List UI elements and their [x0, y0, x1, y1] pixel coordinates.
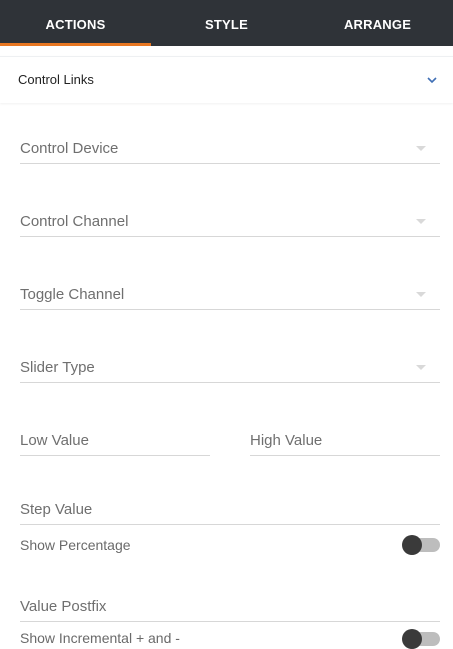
low-value-label: Low Value	[20, 432, 89, 449]
tab-actions-label: ACTIONS	[45, 16, 106, 32]
high-value-label: High Value	[250, 432, 323, 449]
tab-style[interactable]: STYLE	[151, 0, 302, 46]
tab-actions[interactable]: ACTIONS	[0, 0, 151, 46]
dropdown-arrow-icon	[416, 292, 426, 297]
tab-arrange[interactable]: ARRANGE	[302, 0, 453, 46]
chevron-down-icon[interactable]	[425, 73, 439, 87]
control-channel-select[interactable]: Control Channel	[20, 201, 440, 237]
show-incremental-toggle[interactable]	[402, 629, 440, 649]
control-links-section-header[interactable]: Control Links	[0, 56, 453, 103]
slider-type-label: Slider Type	[20, 359, 95, 376]
toggle-channel-select[interactable]: Toggle Channel	[20, 274, 440, 310]
tab-arrange-label: ARRANGE	[343, 16, 412, 32]
step-value-label: Step Value	[20, 501, 93, 518]
section-title: Control Links	[18, 72, 94, 87]
dropdown-arrow-icon	[416, 146, 426, 151]
value-postfix-label: Value Postfix	[20, 598, 107, 615]
toggle-knob	[402, 535, 422, 555]
show-percentage-toggle[interactable]	[402, 535, 440, 555]
low-value-input[interactable]: Low Value	[20, 420, 210, 456]
show-percentage-label: Show Percentage	[20, 537, 131, 553]
slider-type-select[interactable]: Slider Type	[20, 347, 440, 383]
tab-bar: ACTIONS STYLE ARRANGE	[0, 0, 453, 46]
toggle-channel-label: Toggle Channel	[20, 286, 125, 303]
show-incremental-label: Show Incremental + and -	[20, 630, 180, 646]
control-device-select[interactable]: Control Device	[20, 128, 440, 164]
dropdown-arrow-icon	[416, 219, 426, 224]
control-device-label: Control Device	[20, 140, 119, 157]
control-channel-label: Control Channel	[20, 213, 129, 230]
high-value-input[interactable]: High Value	[250, 420, 440, 456]
step-value-input[interactable]: Step Value	[20, 489, 440, 525]
tab-style-label: STYLE	[205, 16, 248, 32]
dropdown-arrow-icon	[416, 365, 426, 370]
toggle-knob	[402, 629, 422, 649]
value-postfix-input[interactable]: Value Postfix	[20, 586, 440, 622]
